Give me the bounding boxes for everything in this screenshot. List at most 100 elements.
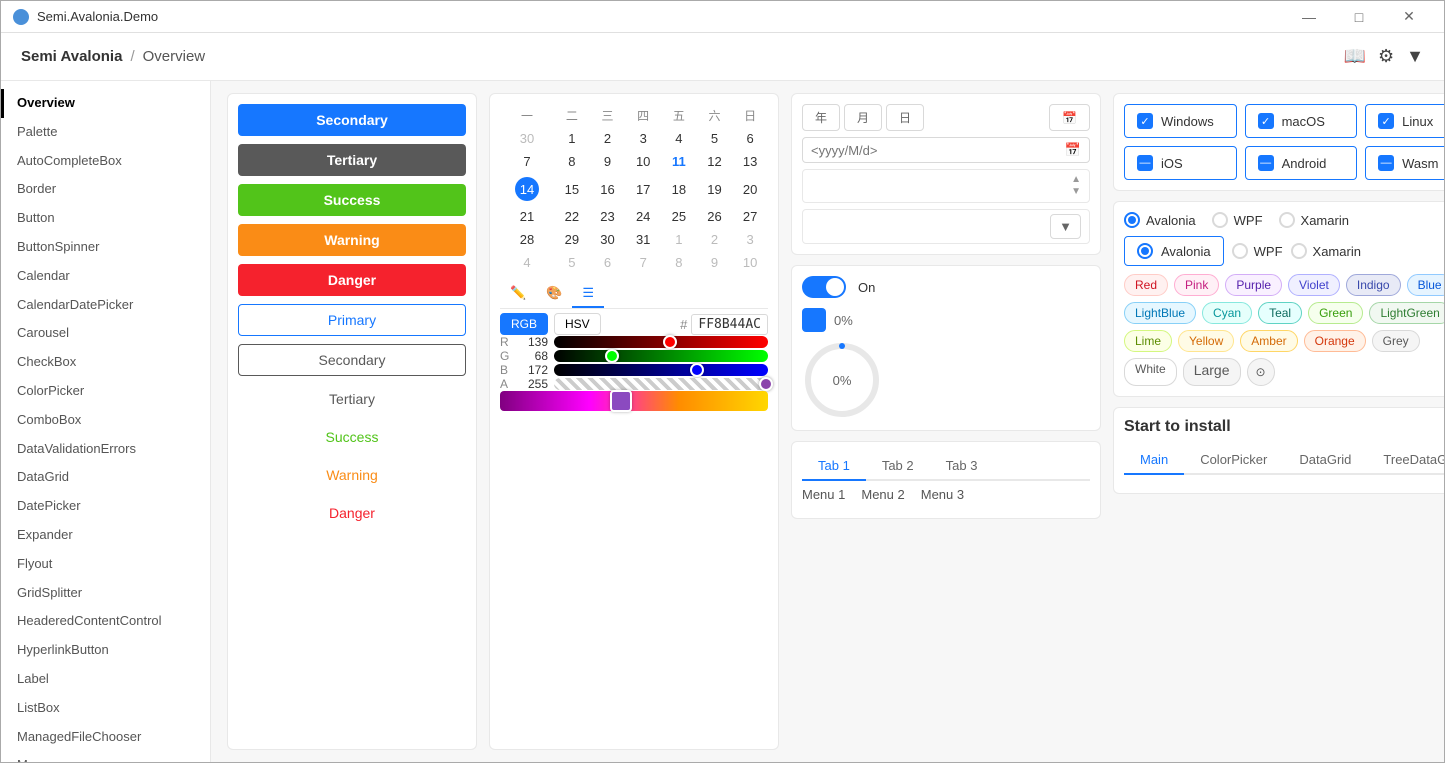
cal-cell[interactable]: 28 [500,228,554,251]
cal-cell[interactable]: 24 [625,205,661,228]
cal-cell[interactable]: 7 [625,251,661,274]
bottom-tab-treedatagrid[interactable]: TreeDataGrid [1367,446,1444,473]
cal-cell[interactable]: 4 [661,127,697,150]
date-input[interactable] [811,143,1065,158]
cal-cell[interactable]: 4 [500,251,554,274]
sidebar-item-button[interactable]: Button [1,204,210,233]
palette-tab[interactable]: 🎨 [536,280,572,308]
badge-grey[interactable]: Grey [1372,330,1420,352]
rgb-mode-button[interactable]: RGB [500,313,548,335]
tab-3[interactable]: Tab 3 [930,452,994,479]
sidebar-item-label[interactable]: Label [1,665,210,694]
badge-red[interactable]: Red [1124,274,1168,296]
badge-circle[interactable]: ⊙ [1247,358,1275,386]
cal-cell[interactable]: 10 [732,251,768,274]
cal-cell-today[interactable]: 14 [500,173,554,205]
cal-cell[interactable]: 7 [500,150,554,173]
secondary-solid-button[interactable]: Secondary [238,104,466,136]
cal-cell[interactable]: 8 [661,251,697,274]
hsv-mode-button[interactable]: HSV [554,313,601,335]
sidebar-item-managedfile[interactable]: ManagedFileChooser [1,723,210,752]
close-button[interactable]: ✕ [1386,1,1432,33]
badge-white[interactable]: White [1124,358,1177,386]
sidebar-item-buttonspinner[interactable]: ButtonSpinner [1,233,210,262]
badge-indigo[interactable]: Indigo [1346,274,1401,296]
b-slider[interactable] [554,364,768,376]
cal-cell[interactable]: 30 [590,228,626,251]
year-nav-btn[interactable]: 年 [802,104,840,131]
sidebar-item-menu[interactable]: Menu [1,751,210,762]
bottom-tab-datagrid[interactable]: DataGrid [1283,446,1367,473]
badge-large[interactable]: Large [1183,358,1241,386]
sidebar-item-listbox[interactable]: ListBox [1,694,210,723]
badge-amber[interactable]: Amber [1240,330,1297,352]
hex-value[interactable]: FF8B44AC [691,314,768,335]
radio-avalonia-top[interactable]: Avalonia [1124,212,1196,228]
macos-checkbox[interactable]: ✓ macOS [1245,104,1358,138]
badge-violet[interactable]: Violet [1288,274,1340,296]
cal-cell[interactable]: 9 [590,150,626,173]
badge-lime[interactable]: Lime [1124,330,1172,352]
linux-checkbox[interactable]: ✓ Linux [1365,104,1444,138]
cal-cell[interactable]: 1 [554,127,590,150]
sidebar-item-gridsplitter[interactable]: GridSplitter [1,579,210,608]
radio-wpf-bottom[interactable]: WPF [1232,236,1283,266]
cal-cell[interactable]: 30 [500,127,554,150]
badge-pink[interactable]: Pink [1174,274,1219,296]
cal-cell[interactable]: 15 [554,173,590,205]
sidebar-item-expander[interactable]: Expander [1,521,210,550]
menu-item-1[interactable]: Menu 1 [802,487,845,502]
windows-checkbox[interactable]: ✓ Windows [1124,104,1237,138]
cal-cell[interactable]: 20 [732,173,768,205]
sidebar-item-border[interactable]: Border [1,175,210,204]
cal-cell[interactable]: 23 [590,205,626,228]
sidebar-item-calendardatepicker[interactable]: CalendarDatePicker [1,291,210,320]
ios-checkbox[interactable]: — iOS [1124,146,1237,180]
tab-1[interactable]: Tab 1 [802,452,866,481]
g-slider[interactable] [554,350,768,362]
radio-xamarin-bottom[interactable]: Xamarin [1291,236,1361,266]
menu-item-3[interactable]: Menu 3 [921,487,964,502]
a-slider[interactable] [554,378,768,390]
cal-cell[interactable]: 31 [625,228,661,251]
sidebar-item-hyperlink[interactable]: HyperlinkButton [1,636,210,665]
cal-cell[interactable]: 22 [554,205,590,228]
bottom-tab-main[interactable]: Main [1124,446,1184,475]
cal-cell[interactable]: 16 [590,173,626,205]
cal-cell[interactable]: 17 [625,173,661,205]
month-nav-btn[interactable]: 月 [844,104,882,131]
cal-cell[interactable]: 6 [590,251,626,274]
pencil-tab[interactable]: ✏️ [500,280,536,308]
tertiary-text-button[interactable]: Tertiary [238,384,466,414]
cal-cell[interactable]: 27 [732,205,768,228]
day-nav-btn[interactable]: 日 [886,104,924,131]
wasm-checkbox[interactable]: — Wasm [1365,146,1444,180]
cal-cell[interactable]: 29 [554,228,590,251]
sidebar-item-checkbox[interactable]: CheckBox [1,348,210,377]
sidebar-item-palette[interactable]: Palette [1,118,210,147]
cal-cell[interactable]: 13 [732,150,768,173]
sidebar-item-autocomplete[interactable]: AutoCompleteBox [1,147,210,176]
sidebar-item-datagrid[interactable]: DataGrid [1,463,210,492]
secondary-outline-button[interactable]: Secondary [238,344,466,376]
warning-solid-button[interactable]: Warning [238,224,466,256]
cal-cell[interactable]: 3 [732,228,768,251]
cal-cell[interactable]: 3 [625,127,661,150]
r-slider[interactable] [554,336,768,348]
badge-cyan[interactable]: Cyan [1202,302,1252,324]
toggle-switch[interactable] [802,276,846,298]
cal-cell[interactable]: 9 [697,251,733,274]
book-icon[interactable]: 📖 [1344,46,1366,67]
sidebar-item-carousel[interactable]: Carousel [1,319,210,348]
sidebar-item-flyout[interactable]: Flyout [1,550,210,579]
radio-xamarin-top[interactable]: Xamarin [1279,212,1349,228]
danger-solid-button[interactable]: Danger [238,264,466,296]
cal-cell[interactable]: 25 [661,205,697,228]
sidebar-item-calendar[interactable]: Calendar [1,262,210,291]
calendar-input-icon[interactable]: 📅 [1065,142,1081,158]
badge-purple[interactable]: Purple [1225,274,1282,296]
cal-cell[interactable]: 1 [661,228,697,251]
maximize-button[interactable]: □ [1336,1,1382,33]
cal-cell[interactable]: 2 [697,228,733,251]
cal-cell[interactable]: 21 [500,205,554,228]
